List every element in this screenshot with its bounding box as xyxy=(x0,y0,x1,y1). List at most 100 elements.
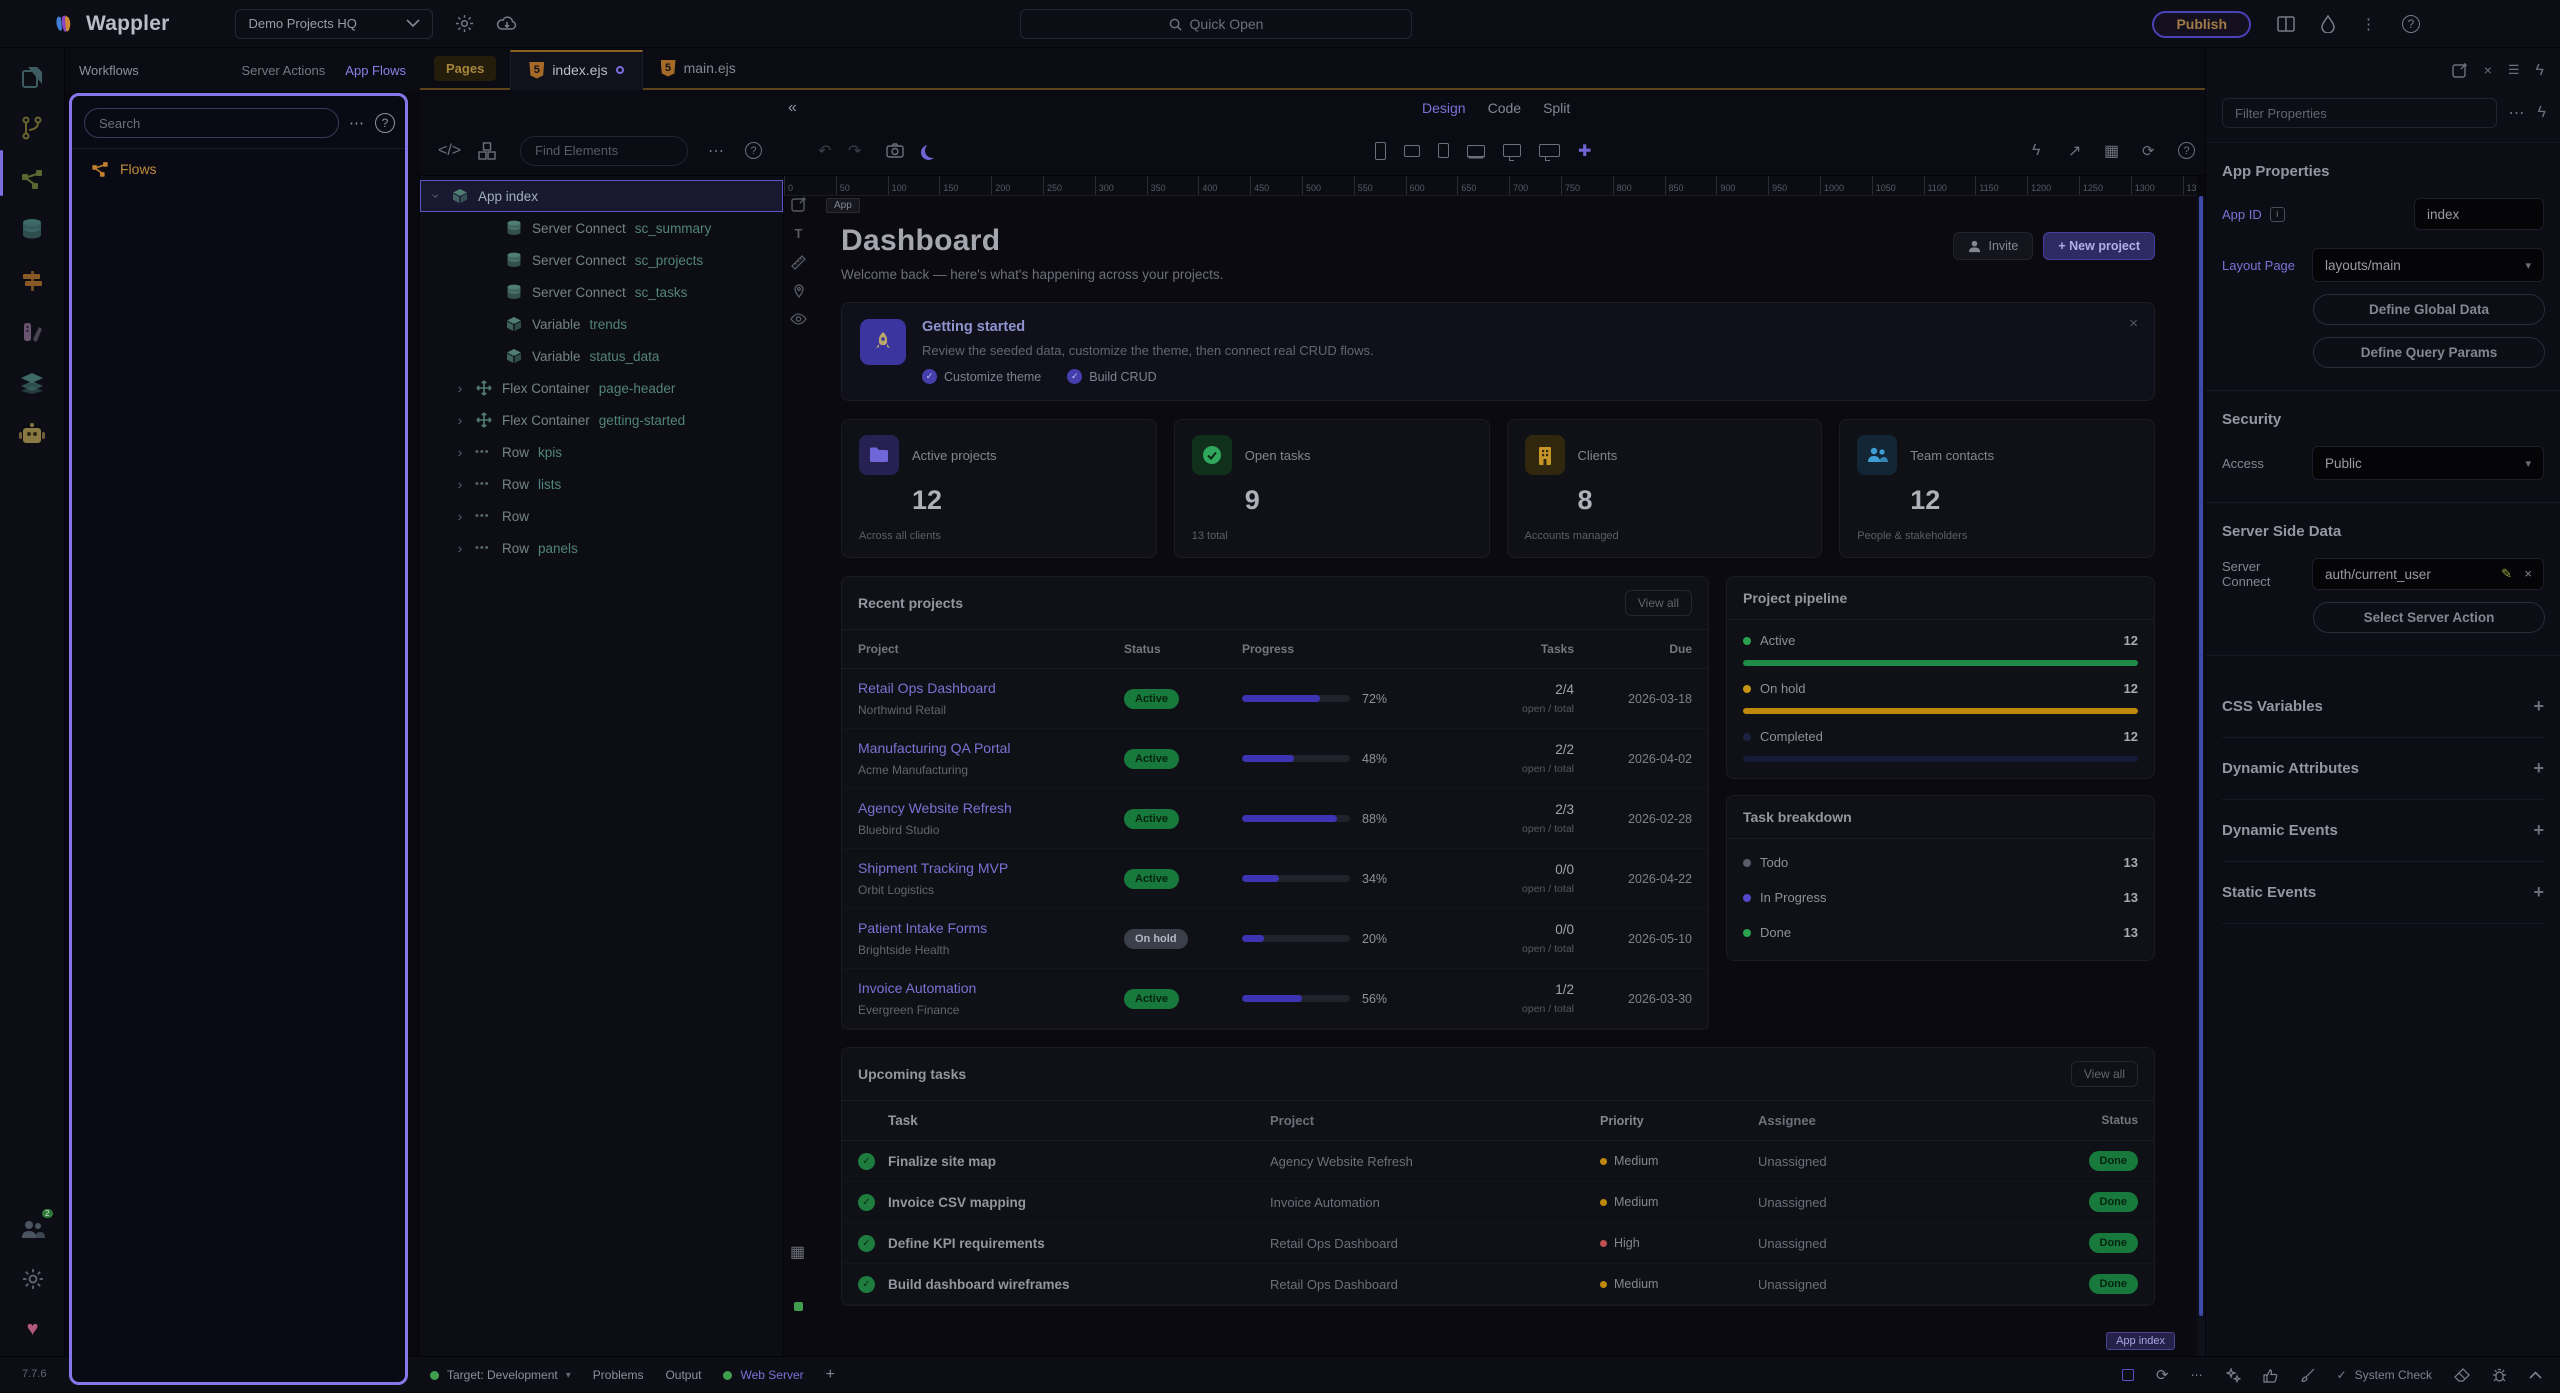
tree-item[interactable]: ••• Row kpis xyxy=(420,436,783,468)
flows-item[interactable]: Flows xyxy=(72,149,405,189)
styles-icon[interactable] xyxy=(14,315,50,349)
thumbs-up-icon[interactable] xyxy=(2263,1368,2278,1383)
system-check-button[interactable]: ✓ System Check xyxy=(2337,1368,2432,1382)
add-icon[interactable]: + xyxy=(2533,820,2544,841)
web-server-button[interactable]: Web Server xyxy=(723,1368,803,1382)
clear-selection-icon[interactable]: × xyxy=(2484,62,2492,90)
monitor-icon[interactable] xyxy=(1503,144,1521,157)
tree-item[interactable]: ••• Flex Container page-header xyxy=(420,372,783,404)
chevron-icon[interactable] xyxy=(454,412,466,428)
add-icon[interactable]: + xyxy=(2533,696,2544,717)
collapse-panel-icon[interactable]: « xyxy=(788,99,797,117)
sponsor-heart-icon[interactable]: ♥ xyxy=(15,1312,51,1346)
problems-button[interactable]: Problems xyxy=(593,1368,644,1382)
laptop-icon[interactable] xyxy=(1467,145,1485,157)
remove-icon[interactable]: × xyxy=(2524,566,2532,581)
phone-small-icon[interactable] xyxy=(1438,143,1449,158)
mode-design[interactable]: Design xyxy=(1422,100,1466,116)
workflows-icon[interactable] xyxy=(14,162,50,196)
debug-bug-icon[interactable] xyxy=(2492,1368,2507,1383)
cloud-sync-icon[interactable] xyxy=(496,15,518,32)
elements-help-icon[interactable]: ? xyxy=(745,142,762,159)
filter-more-icon[interactable]: ⋯ xyxy=(2509,103,2526,123)
tree-item[interactable]: ••• Variable trends xyxy=(420,308,783,340)
project-selector[interactable]: Demo Projects HQ xyxy=(235,9,433,39)
project-link[interactable]: Agency Website Refresh xyxy=(858,800,1124,816)
toolbar-help-icon[interactable]: ? xyxy=(2178,142,2195,159)
chevron-icon[interactable] xyxy=(454,508,466,524)
more-menu-icon[interactable]: ⋮ xyxy=(2361,15,2376,33)
tree-item[interactable]: ••• Server Connect sc_tasks xyxy=(420,276,783,308)
open-browser-icon[interactable]: ↗ xyxy=(2068,141,2081,161)
chevron-icon[interactable] xyxy=(454,444,466,460)
layout-page-select[interactable]: layouts/main ▾ xyxy=(2312,248,2544,282)
grid-toggle-icon[interactable]: ▦ xyxy=(790,1242,805,1262)
routes-icon[interactable] xyxy=(14,264,50,298)
responsive-resize-icon[interactable]: ✚ xyxy=(1578,141,1591,161)
quick-open-search[interactable]: Quick Open xyxy=(1020,9,1412,39)
screenshot-icon[interactable] xyxy=(886,143,904,158)
theme-drop-icon[interactable] xyxy=(2321,15,2335,33)
components-icon[interactable] xyxy=(478,142,496,160)
access-select[interactable]: Public ▾ xyxy=(2312,446,2544,480)
tab-app-flows[interactable]: App Flows xyxy=(345,63,406,78)
define-global-data-button[interactable]: Define Global Data xyxy=(2313,294,2545,325)
tree-item[interactable]: ••• Flex Container getting-started xyxy=(420,404,783,436)
redo-icon[interactable]: ↷ xyxy=(848,141,861,161)
phone-icon[interactable] xyxy=(1375,142,1386,160)
tree-item[interactable]: ••• Row xyxy=(420,500,783,532)
pages-icon[interactable] xyxy=(14,60,50,94)
tree-item[interactable]: ••• Server Connect sc_summary xyxy=(420,212,783,244)
mode-code[interactable]: Code xyxy=(1488,100,1521,116)
add-icon[interactable]: + xyxy=(2533,758,2544,779)
add-target-icon[interactable]: + xyxy=(826,1366,835,1384)
large-monitor-icon[interactable] xyxy=(1539,144,1560,157)
new-project-button[interactable]: + New project xyxy=(2043,232,2155,260)
database-icon[interactable] xyxy=(14,213,50,247)
dark-mode-moon-icon[interactable] xyxy=(925,143,940,158)
edit-element-icon[interactable] xyxy=(791,196,807,212)
panel-list-icon[interactable]: ☰ xyxy=(2508,62,2520,90)
task-check-icon[interactable]: ✓ xyxy=(858,1153,875,1170)
tree-item[interactable]: ••• Row lists xyxy=(420,468,783,500)
restart-icon[interactable]: ⟳ xyxy=(2156,1366,2169,1384)
project-link[interactable]: Invoice Automation xyxy=(858,980,1124,996)
select-server-action-button[interactable]: Select Server Action xyxy=(2313,602,2545,633)
ai-robot-icon[interactable] xyxy=(14,417,50,451)
community-icon[interactable]: 2 xyxy=(15,1212,51,1246)
info-icon[interactable]: i xyxy=(2270,207,2285,222)
grid-view-icon[interactable]: ▦ xyxy=(2104,141,2119,161)
define-query-params-button[interactable]: Define Query Params xyxy=(2313,337,2545,368)
stop-icon[interactable] xyxy=(2122,1369,2134,1381)
eraser-icon[interactable] xyxy=(2454,1368,2470,1382)
preferences-gear-icon[interactable] xyxy=(15,1262,51,1296)
app-id-input[interactable] xyxy=(2414,198,2544,230)
mode-split[interactable]: Split xyxy=(1543,100,1570,116)
task-check-icon[interactable]: ✓ xyxy=(858,1194,875,1211)
flows-search-input[interactable] xyxy=(84,108,339,138)
target-selector[interactable]: Target: Development ▾ xyxy=(430,1368,571,1382)
canvas-scrollbar[interactable] xyxy=(2197,196,2205,1356)
task-check-icon[interactable]: ✓ xyxy=(858,1276,875,1293)
project-link[interactable]: Patient Intake Forms xyxy=(858,920,1124,936)
chevron-icon[interactable] xyxy=(454,476,466,492)
tree-item[interactable]: ••• Row panels xyxy=(420,532,783,564)
git-icon[interactable] xyxy=(14,111,50,145)
panel-power-icon[interactable]: ϟ xyxy=(2536,62,2544,90)
chevron-icon[interactable] xyxy=(454,380,466,396)
tree-item[interactable]: ••• Variable status_data xyxy=(420,340,783,372)
layers-icon[interactable] xyxy=(14,366,50,400)
pin-tool-icon[interactable] xyxy=(792,284,806,299)
filter-power-icon[interactable]: ϟ xyxy=(2538,104,2546,122)
chevron-icon[interactable] xyxy=(454,540,466,556)
tab-index-ejs[interactable]: 5 index.ejs xyxy=(510,50,642,90)
view-all-button[interactable]: View all xyxy=(1625,590,1692,616)
code-view-icon[interactable]: </> xyxy=(438,142,461,160)
project-link[interactable]: Manufacturing QA Portal xyxy=(858,740,1124,756)
measure-tool-icon[interactable] xyxy=(791,255,806,270)
view-all-button[interactable]: View all xyxy=(2071,1061,2138,1087)
status-more-icon[interactable]: ⋯ xyxy=(2191,1368,2204,1382)
flows-help-button[interactable]: ? xyxy=(375,113,395,133)
project-link[interactable]: Shipment Tracking MVP xyxy=(858,860,1124,876)
tree-item[interactable]: ••• Server Connect sc_projects xyxy=(420,244,783,276)
